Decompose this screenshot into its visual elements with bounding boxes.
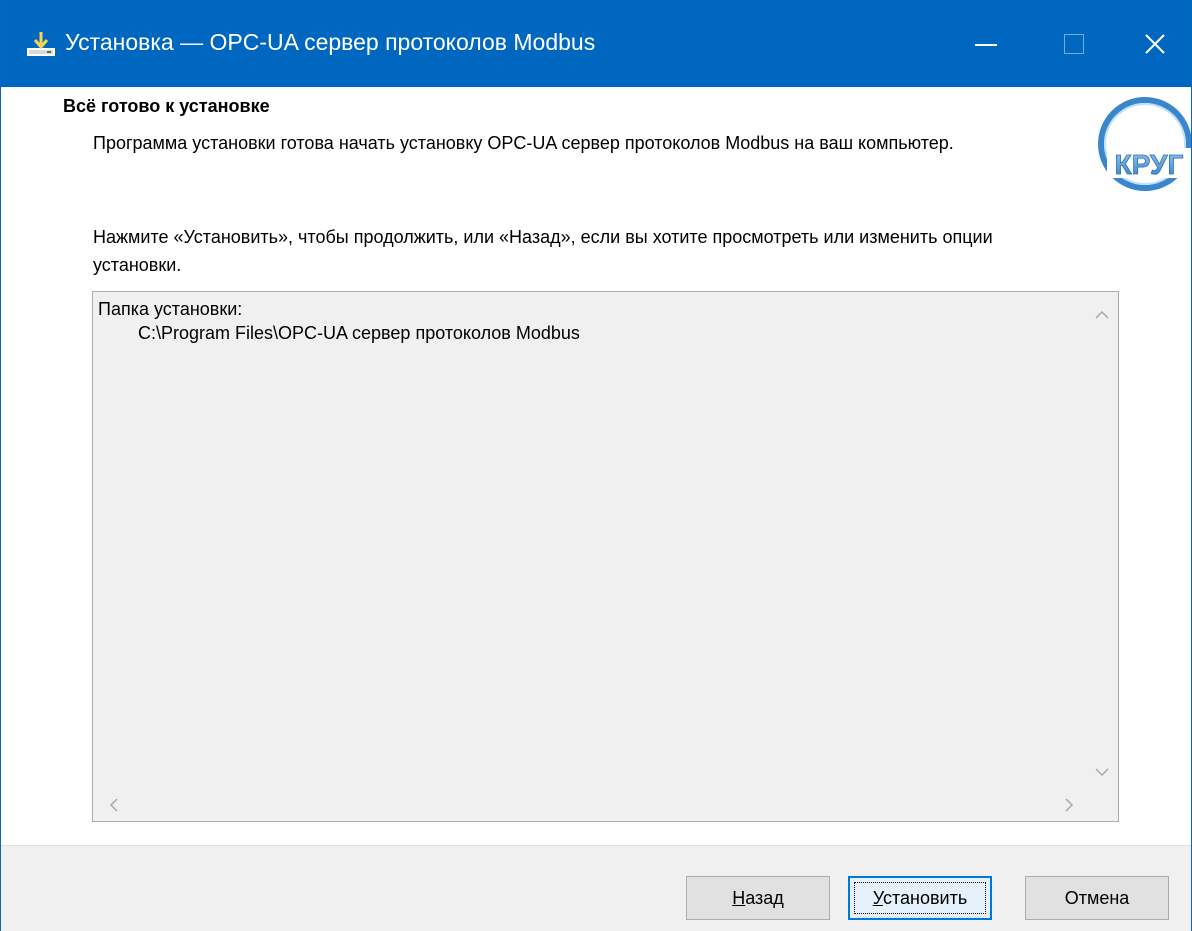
memo-line-folder-path: C:\Program Files\OPC-UA сервер протоколо… [138,323,580,343]
page-title: Всё готово к установке [63,96,270,116]
scroll-down-button[interactable] [1085,755,1118,788]
close-button[interactable] [1118,0,1191,87]
vertical-scrollbar[interactable] [1085,292,1118,788]
chevron-left-icon [109,797,118,812]
horizontal-scrollbar[interactable] [93,788,1085,821]
window-title: Установка — OPC-UA сервер протоколов Mod… [65,29,596,55]
button-panel: Назад Установить Отмена [1,845,1191,931]
maximize-button[interactable] [1030,0,1118,87]
minimize-button[interactable] [942,0,1030,87]
chevron-right-icon [1064,797,1073,812]
scroll-left-button[interactable] [97,788,130,821]
scrollbar-corner [1085,788,1118,821]
svg-text:КРУГ: КРУГ [1115,149,1184,180]
install-button[interactable]: Установить [848,876,992,920]
minimize-icon [975,43,997,46]
back-button-label: Назад [732,887,784,908]
instruction-text: Нажмите «Установить», чтобы продолжить, … [93,227,993,275]
back-button[interactable]: Назад [686,876,830,920]
install-summary-memo[interactable]: Папка установки: C:\Program Files\OPC-UA … [92,291,1119,822]
cancel-button[interactable]: Отмена [1025,876,1169,920]
cancel-button-label: Отмена [1064,887,1130,908]
memo-line-folder-label: Папка установки: [98,299,243,319]
krug-logo: КРУГ [1085,88,1191,196]
focus-rectangle [854,882,986,914]
close-icon [1145,33,1165,54]
chevron-up-icon [1094,310,1109,319]
installer-download-icon [25,30,57,58]
page-description: Программа установки готова начать устано… [93,133,954,153]
scroll-up-button[interactable] [1085,298,1118,331]
title-bar[interactable]: Установка — OPC-UA сервер протоколов Mod… [1,0,1191,87]
maximize-icon [1064,33,1084,54]
installer-window: Установка — OPC-UA сервер протоколов Mod… [0,0,1192,931]
memo-text: Папка установки: C:\Program Files\OPC-UA … [98,297,1084,787]
chevron-down-icon [1094,767,1109,776]
scroll-right-button[interactable] [1052,788,1085,821]
